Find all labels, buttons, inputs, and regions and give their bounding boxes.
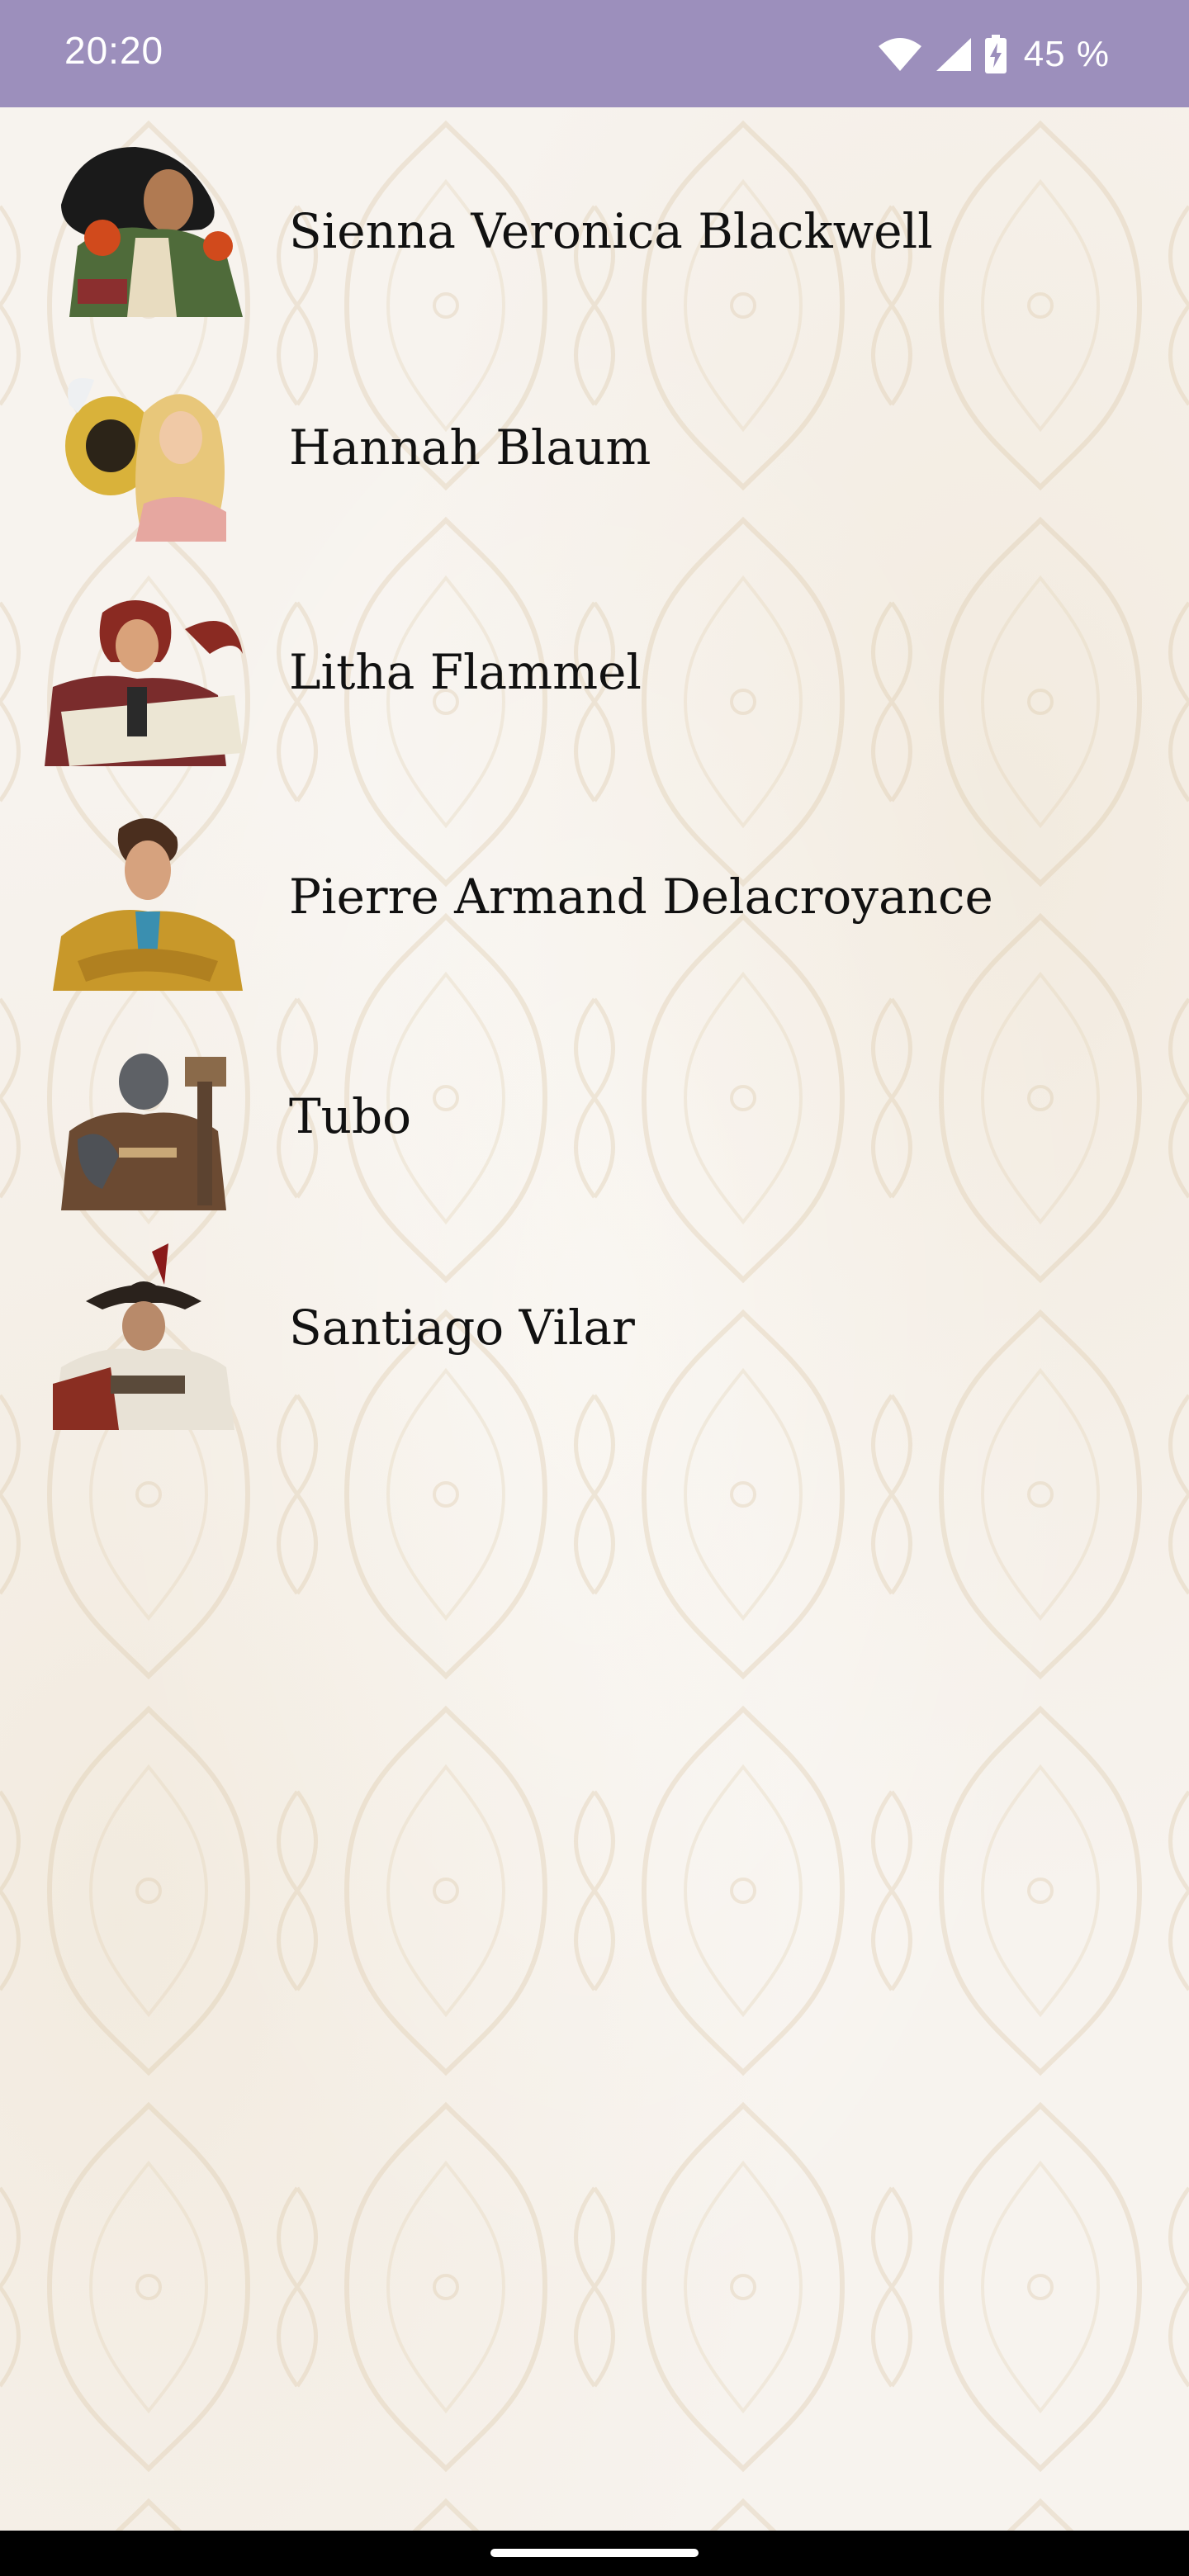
character-row-litha[interactable]: Litha Flammel bbox=[0, 571, 1189, 769]
character-row-tubo[interactable]: Tubo bbox=[0, 1016, 1189, 1214]
portrait-tubo bbox=[45, 1024, 248, 1210]
home-indicator[interactable] bbox=[490, 2549, 699, 2557]
character-row-santiago[interactable]: Santiago Vilar bbox=[0, 1235, 1189, 1433]
portrait-hannah bbox=[45, 355, 248, 542]
character-name: Santiago Vilar bbox=[289, 1300, 635, 1356]
wifi-icon bbox=[877, 36, 923, 73]
battery-charging-icon bbox=[984, 35, 1007, 74]
portrait-litha bbox=[45, 580, 248, 766]
character-row-hannah[interactable]: Hannah Blaum bbox=[0, 347, 1189, 545]
character-name: Sienna Veronica Blackwell bbox=[289, 203, 933, 259]
status-time: 20:20 bbox=[64, 29, 164, 72]
character-name: Pierre Armand Delacroyance bbox=[289, 869, 993, 925]
navigation-bar bbox=[0, 2531, 1189, 2576]
status-icons: 45 % bbox=[877, 31, 1110, 78]
portrait-pierre bbox=[45, 804, 248, 991]
portrait-santiago bbox=[45, 1243, 248, 1430]
character-name: Hannah Blaum bbox=[289, 419, 651, 476]
battery-percentage: 45 % bbox=[1023, 34, 1110, 74]
character-name: Litha Flammel bbox=[289, 644, 642, 700]
content-area: Sienna Veronica Blackwell Hannah Blaum L… bbox=[0, 107, 1189, 2531]
portrait-sienna bbox=[45, 130, 248, 317]
character-name: Tubo bbox=[289, 1088, 412, 1144]
character-row-pierre[interactable]: Pierre Armand Delacroyance bbox=[0, 796, 1189, 994]
status-bar: 20:20 45 % bbox=[0, 0, 1189, 107]
character-row-sienna[interactable]: Sienna Veronica Blackwell bbox=[0, 130, 1189, 329]
signal-icon bbox=[935, 36, 973, 73]
